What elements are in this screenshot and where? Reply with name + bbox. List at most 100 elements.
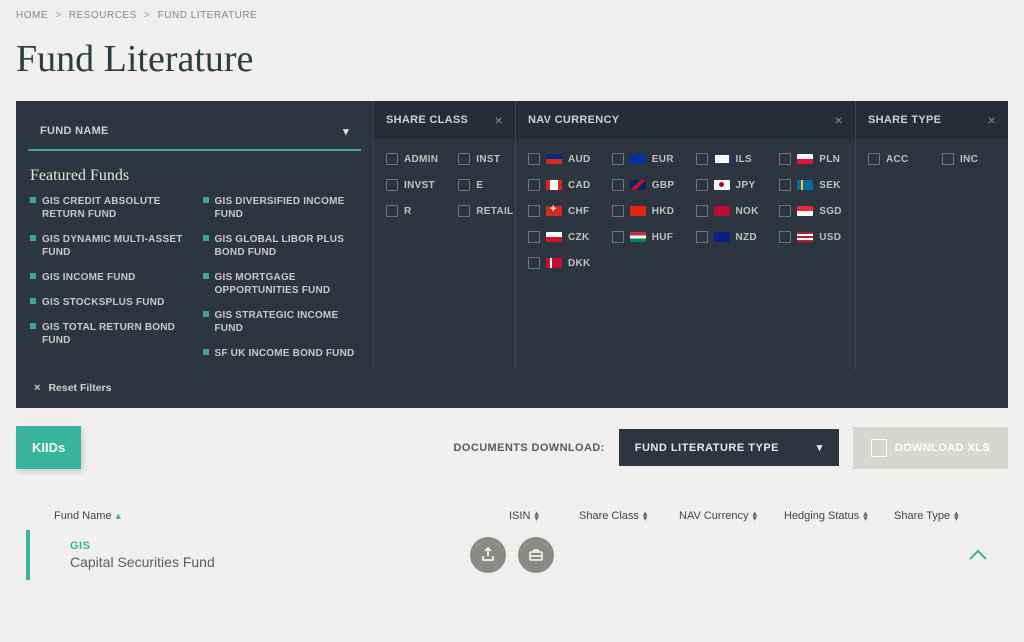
checkbox-eur[interactable]: EUR xyxy=(612,153,676,165)
flag-icon xyxy=(630,232,646,242)
flag-icon xyxy=(797,232,813,242)
sort-icon: ▴▾ xyxy=(863,511,868,522)
featured-fund-item[interactable]: GIS STRATEGIC INCOME FUND xyxy=(203,309,360,335)
flag-icon xyxy=(546,232,562,242)
page-title: Fund Literature xyxy=(0,21,1024,101)
checkbox-e[interactable]: E xyxy=(458,179,513,191)
checkbox-retail[interactable]: RETAIL xyxy=(458,205,513,217)
checkbox-invst[interactable]: INVST xyxy=(386,179,438,191)
reset-filters-button[interactable]: × Reset Filters xyxy=(16,370,1008,408)
share-class-header: SHARE CLASS × xyxy=(374,101,515,139)
checkbox-inc[interactable]: INC xyxy=(942,153,996,165)
featured-list-col2: GIS DIVERSIFIED INCOME FUND GIS GLOBAL L… xyxy=(203,195,360,360)
checkbox-dkk[interactable]: DKK xyxy=(528,257,592,269)
featured-fund-item[interactable]: GIS CREDIT ABSOLUTE RETURN FUND xyxy=(30,195,187,221)
checkbox-acc[interactable]: ACC xyxy=(868,153,922,165)
checkbox-nzd[interactable]: NZD xyxy=(696,231,760,243)
featured-fund-item[interactable]: GIS STOCKSPLUS FUND xyxy=(30,296,187,309)
flag-icon xyxy=(546,258,562,268)
checkbox-aud[interactable]: AUD xyxy=(528,153,592,165)
th-fund-name[interactable]: Fund Name ▴ xyxy=(54,509,509,522)
documents-download-label: DOCUMENTS DOWNLOAD: xyxy=(454,442,605,454)
checkbox-czk[interactable]: CZK xyxy=(528,231,592,243)
checkbox-admin[interactable]: ADMIN xyxy=(386,153,438,165)
checkbox-cad[interactable]: CAD xyxy=(528,179,592,191)
action-bar: KIIDs DOCUMENTS DOWNLOAD: FUND LITERATUR… xyxy=(0,408,1024,469)
flag-icon xyxy=(714,206,730,216)
flag-icon xyxy=(714,232,730,242)
share-icon-button[interactable] xyxy=(470,537,506,573)
flag-icon xyxy=(714,154,730,164)
checkbox-inst[interactable]: INST xyxy=(458,153,513,165)
featured-fund-item[interactable]: GIS GLOBAL LIBOR PLUS BOND FUND xyxy=(203,233,360,259)
featured-fund-item[interactable]: GIS MORTGAGE OPPORTUNITIES FUND xyxy=(203,271,360,297)
checkbox-usd[interactable]: USD xyxy=(779,231,843,243)
th-hedging-status[interactable]: Hedging Status ▴▾ xyxy=(784,510,894,522)
featured-fund-item[interactable]: SF UK INCOME BOND FUND xyxy=(203,347,360,360)
featured-fund-item[interactable]: GIS INCOME FUND xyxy=(30,271,187,284)
featured-fund-item[interactable]: GIS DIVERSIFIED INCOME FUND xyxy=(203,195,360,221)
flag-icon xyxy=(797,154,813,164)
fund-literature-type-select[interactable]: FUND LITERATURE TYPE ▾ xyxy=(619,429,839,466)
fund-name-dropdown[interactable]: FUND NAME ▾ xyxy=(28,113,361,151)
featured-list-col1: GIS CREDIT ABSOLUTE RETURN FUND GIS DYNA… xyxy=(30,195,187,360)
flag-icon xyxy=(630,180,646,190)
checkbox-r[interactable]: R xyxy=(386,205,438,217)
featured-fund-item[interactable]: GIS DYNAMIC MULTI-ASSET FUND xyxy=(30,233,187,259)
flag-icon xyxy=(797,206,813,216)
breadcrumb-current: FUND LITERATURE xyxy=(158,10,258,21)
close-icon: × xyxy=(34,382,40,394)
checkbox-jpy[interactable]: JPY xyxy=(696,179,760,191)
filter-share-class-column: SHARE CLASS × ADMIN INST INVST E R RETAI… xyxy=(374,101,516,370)
filter-fund-name-column: FUND NAME ▾ Featured Funds GIS CREDIT AB… xyxy=(16,101,374,370)
flag-icon xyxy=(714,180,730,190)
checkbox-pln[interactable]: PLN xyxy=(779,153,843,165)
close-icon[interactable]: × xyxy=(495,112,503,128)
featured-fund-item[interactable]: GIS TOTAL RETURN BOND FUND xyxy=(30,321,187,347)
sort-icon: ▴▾ xyxy=(752,511,757,522)
nav-currency-header-label: NAV CURRENCY xyxy=(528,114,619,126)
flag-icon xyxy=(630,206,646,216)
checkbox-hkd[interactable]: HKD xyxy=(612,205,676,217)
breadcrumb: HOME > RESOURCES > FUND LITERATURE xyxy=(0,0,1024,21)
filter-panel: FUND NAME ▾ Featured Funds GIS CREDIT AB… xyxy=(16,101,1008,408)
checkbox-huf[interactable]: HUF xyxy=(612,231,676,243)
flag-icon xyxy=(546,154,562,164)
chevron-down-icon: ▾ xyxy=(343,125,349,138)
checkbox-gbp[interactable]: GBP xyxy=(612,179,676,191)
checkbox-nok[interactable]: NOK xyxy=(696,205,760,217)
checkbox-ils[interactable]: ILS xyxy=(696,153,760,165)
file-icon xyxy=(871,439,887,457)
close-icon[interactable]: × xyxy=(835,112,843,128)
share-type-header-label: SHARE TYPE xyxy=(868,114,941,126)
breadcrumb-resources[interactable]: RESOURCES xyxy=(69,10,137,21)
th-nav-currency[interactable]: NAV Currency ▴▾ xyxy=(679,510,784,522)
briefcase-icon xyxy=(528,547,544,563)
download-xls-button[interactable]: DOWNLOAD XLS xyxy=(853,427,1008,469)
table-row[interactable]: GIS Capital Securities Fund xyxy=(26,530,1008,580)
share-class-header-label: SHARE CLASS xyxy=(386,114,468,126)
fund-lit-select-label: FUND LITERATURE TYPE xyxy=(635,442,779,454)
th-share-class[interactable]: Share Class ▴▾ xyxy=(579,510,679,522)
flag-icon xyxy=(546,180,562,190)
share-icon xyxy=(480,547,496,563)
th-isin[interactable]: ISIN ▴▾ xyxy=(509,510,579,522)
flag-icon xyxy=(630,154,646,164)
sort-icon: ▴▾ xyxy=(534,511,539,522)
checkbox-sgd[interactable]: SGD xyxy=(779,205,843,217)
briefcase-icon-button[interactable] xyxy=(518,537,554,573)
share-type-header: SHARE TYPE × xyxy=(856,101,1008,139)
download-xls-label: DOWNLOAD XLS xyxy=(895,442,990,454)
kiids-button[interactable]: KIIDs xyxy=(16,426,81,469)
breadcrumb-sep: > xyxy=(55,10,61,21)
th-share-type[interactable]: Share Type ▴▾ xyxy=(894,510,984,522)
sort-icon: ▴▾ xyxy=(954,511,959,522)
close-icon[interactable]: × xyxy=(988,112,996,128)
reset-filters-label: Reset Filters xyxy=(48,382,111,394)
breadcrumb-sep: > xyxy=(144,10,150,21)
chevron-up-icon[interactable] xyxy=(968,545,988,566)
sort-asc-icon: ▴ xyxy=(115,509,121,522)
checkbox-chf[interactable]: CHF xyxy=(528,205,592,217)
checkbox-sek[interactable]: SEK xyxy=(779,179,843,191)
breadcrumb-home[interactable]: HOME xyxy=(16,10,48,21)
